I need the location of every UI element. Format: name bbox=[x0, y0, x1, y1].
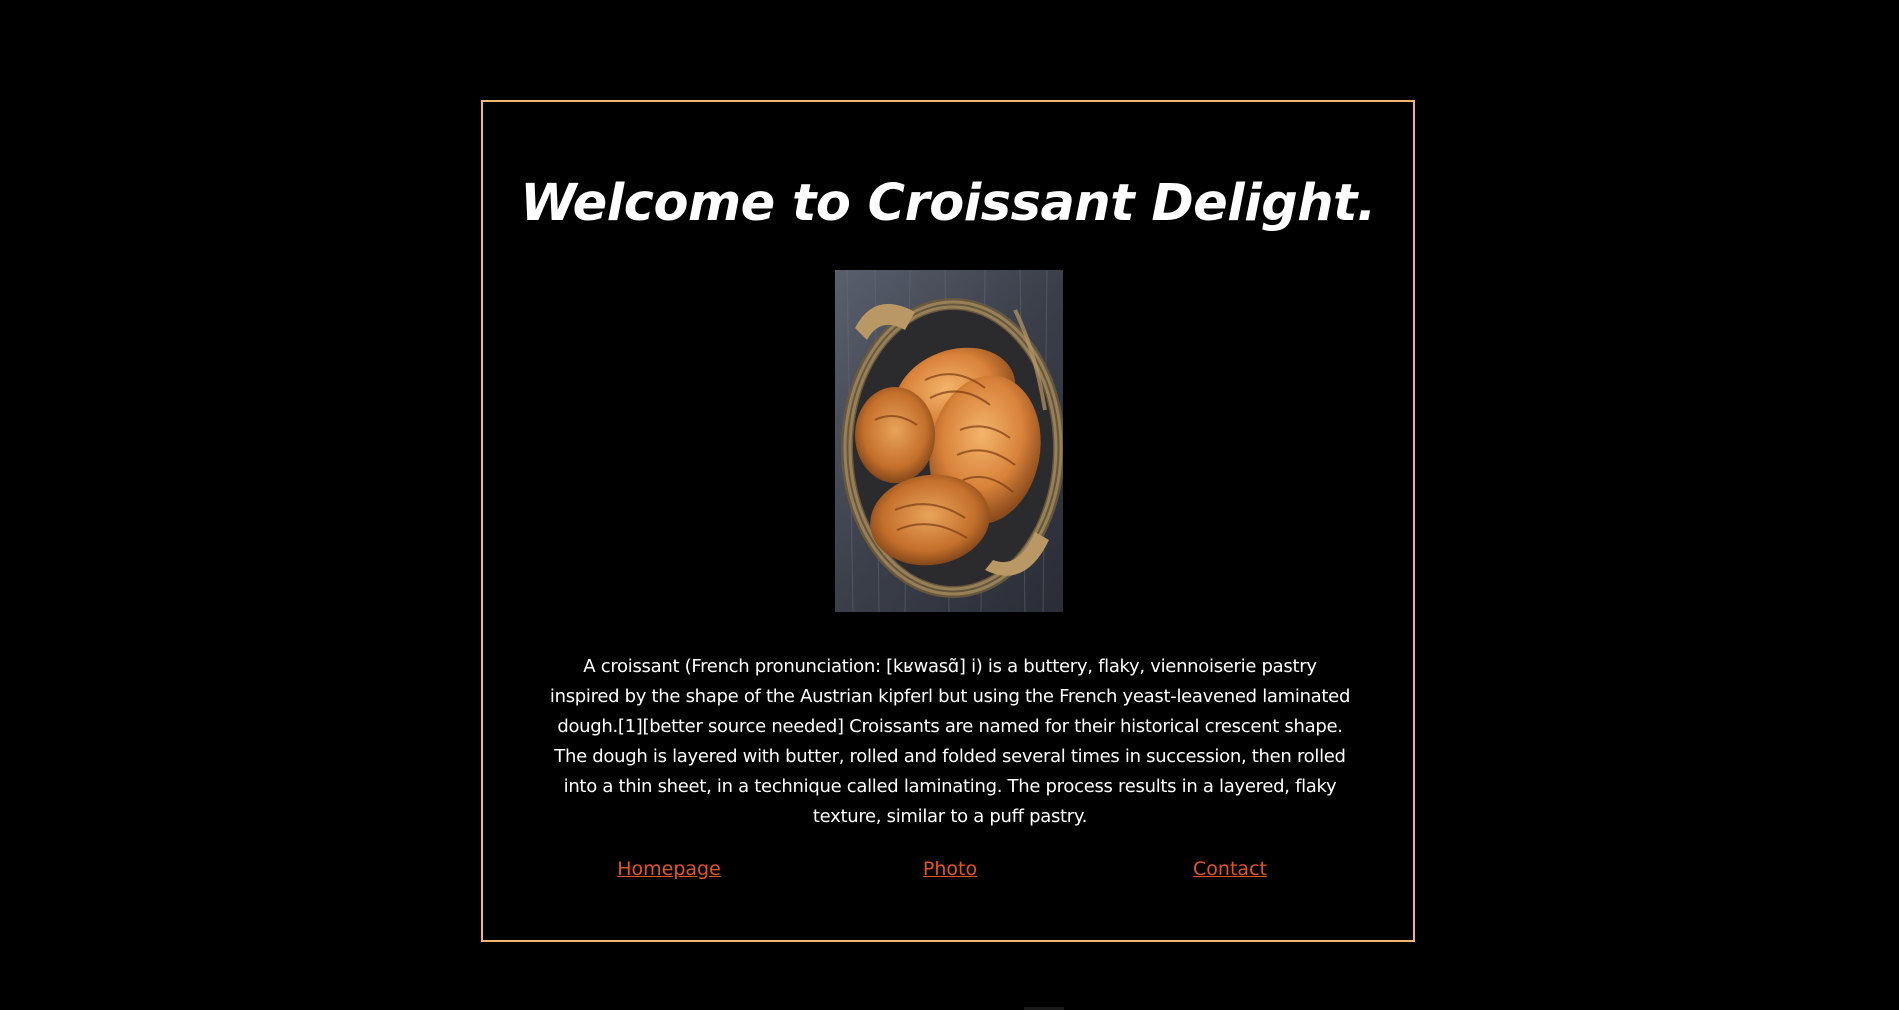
content-frame: Welcome to Croissant Delight. A croissan… bbox=[481, 100, 1415, 942]
page-title: Welcome to Croissant Delight. bbox=[520, 174, 1376, 233]
nav-link-contact[interactable]: Contact bbox=[1193, 854, 1267, 884]
nav-link-homepage[interactable]: Homepage bbox=[617, 854, 721, 884]
croissant-photo bbox=[835, 270, 1063, 612]
footer-nav: Homepage Photo Contact bbox=[483, 854, 1413, 884]
nav-link-photo[interactable]: Photo bbox=[923, 854, 977, 884]
croissant-description: A croissant (French pronunciation: [kʁwa… bbox=[549, 656, 1351, 827]
